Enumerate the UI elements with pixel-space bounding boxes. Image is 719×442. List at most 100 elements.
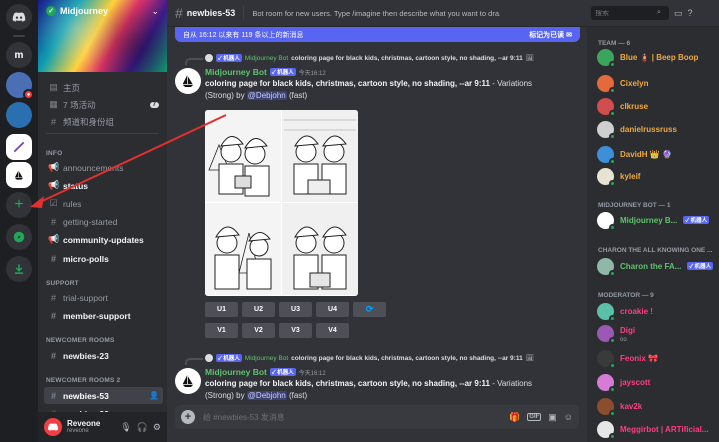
channel-topic[interactable]: Bot room for new users. Type /imagine th… [252, 9, 500, 18]
channel-member-support[interactable]: # member-support [44, 307, 163, 324]
category-info[interactable]: INFO [46, 150, 62, 157]
avatar [597, 97, 616, 117]
v3-button[interactable]: V3 [279, 323, 312, 338]
download-icon[interactable] [6, 256, 32, 282]
member-item[interactable]: Midjourney B... ✓ 机器人 [597, 211, 710, 231]
explore-icon[interactable] [6, 224, 32, 250]
prompt-text: coloring page for black kids, christmas,… [205, 379, 490, 388]
sailboat-icon [182, 375, 194, 387]
channel-community-updates[interactable]: 📢 community-updates [44, 231, 163, 248]
message-timestamp: 今天16:12 [298, 70, 326, 77]
image-tile-1 [205, 110, 281, 202]
attach-plus-icon[interactable]: + [181, 410, 195, 424]
new-messages-bar[interactable]: 自从 16:12 以来有 119 条以上的新消息 标记为已读 ✉ [175, 27, 580, 42]
member-category-moderator: MODERATOR — 9 [598, 292, 654, 299]
message-author[interactable]: Midjourney Bot [205, 67, 267, 77]
discord-home-icon[interactable] [6, 4, 32, 30]
hash-icon: # [50, 310, 56, 321]
mute-mic-icon[interactable]: 🎙 [120, 422, 131, 433]
generated-image-grid[interactable] [205, 110, 358, 296]
u1-button[interactable]: U1 [205, 302, 238, 317]
user-mention[interactable]: @Debjohn [246, 90, 287, 100]
channel-rules[interactable]: ☑ rules [44, 195, 163, 212]
headphones-icon[interactable]: 🎧 [137, 422, 148, 433]
channel-newbies-53[interactable]: # newbies-53 👤 [44, 387, 163, 404]
member-item[interactable]: Blue 🧯 | Beep Boop [597, 48, 698, 68]
server-1[interactable]: ● [6, 72, 34, 100]
channel-newbies-23[interactable]: # newbies-23 [44, 347, 163, 364]
reply-text: coloring page for black kids, christmas,… [291, 354, 523, 362]
server-3[interactable] [6, 134, 32, 160]
message-author[interactable]: Midjourney Bot [205, 367, 267, 377]
channel-trial-support[interactable]: # trial-support [44, 289, 163, 306]
bot-tag: ✓ 机器人 [683, 216, 710, 224]
member-toolbar: ⌕ ▭ ? [587, 0, 719, 27]
server-2[interactable] [6, 102, 32, 128]
avatar [597, 145, 616, 165]
online-status-dot [609, 179, 616, 187]
add-server-glyph: + [14, 196, 24, 213]
member-item[interactable]: danielrussruss [597, 120, 677, 140]
user-mention[interactable]: @Debjohn [246, 390, 287, 400]
channel-getting-started[interactable]: # getting-started [44, 213, 163, 230]
channel-label: member-support [63, 310, 131, 321]
category-newcomer-rooms-2[interactable]: NEWCOMER ROOMS 2 [46, 377, 120, 384]
chevron-down-icon[interactable]: ⌄ [151, 6, 159, 17]
category-newcomer-rooms[interactable]: NEWCOMER ROOMS [46, 337, 115, 344]
gif-icon[interactable]: GIF [527, 413, 542, 421]
member-name: kav2k [620, 401, 643, 411]
add-server-icon[interactable]: + [6, 192, 32, 218]
member-item[interactable]: Digi oo [597, 324, 635, 344]
member-item[interactable]: croakie ! [597, 302, 653, 322]
gift-icon[interactable]: 🎁 [509, 412, 520, 423]
member-item[interactable]: kav2k [597, 397, 643, 417]
sticker-icon[interactable]: ▣ [548, 412, 557, 423]
avatar[interactable] [44, 418, 62, 436]
member-item[interactable]: Cixelyn [597, 74, 648, 94]
member-name: Charon the FA... [620, 261, 682, 271]
channel-status[interactable]: 📢 status [44, 177, 163, 194]
sidebar-item-events[interactable]: ▦ 7 场活动 7 [44, 96, 163, 113]
bot-tag: ✓ 机器人 [216, 54, 242, 62]
server-midjourney[interactable] [6, 162, 32, 188]
member-item[interactable]: Charon the FA... ✓ 机器人 [597, 257, 714, 277]
online-status-dot [609, 336, 616, 344]
v1-button[interactable]: V1 [205, 323, 238, 338]
server-name[interactable]: ✓ Midjourney [46, 6, 108, 16]
reroll-button[interactable]: ⟳ [353, 302, 386, 317]
online-status-dot [609, 109, 616, 117]
sidebar-item-home[interactable]: ▤ 主页 [44, 79, 163, 96]
member-item[interactable]: Meggirbot | ARTificial... [597, 420, 708, 440]
add-member-icon[interactable]: 👤 [149, 391, 159, 400]
gear-icon[interactable]: ⚙ [153, 422, 161, 433]
mark-read-button[interactable]: 标记为已读 ✉ [529, 30, 572, 40]
member-item[interactable]: jayscott [597, 373, 650, 393]
message-input[interactable] [203, 412, 510, 422]
emoji-icon[interactable]: ☺ [564, 412, 573, 422]
member-item[interactable]: Feonix 🎀 [597, 349, 658, 369]
channel-micro-polls[interactable]: # micro-polls [44, 250, 163, 267]
avatar[interactable] [175, 68, 201, 94]
member-item[interactable]: DavidH 👑 🔮 [597, 145, 672, 165]
u4-button[interactable]: U4 [316, 302, 349, 317]
sidebar-item-channels-roles[interactable]: # 频道和身份组 [44, 113, 163, 130]
category-support[interactable]: SUPPORT [46, 280, 79, 287]
server-m[interactable]: m [6, 42, 32, 68]
u2-button[interactable]: U2 [242, 302, 275, 317]
v2-button[interactable]: V2 [242, 323, 275, 338]
u3-button[interactable]: U3 [279, 302, 312, 317]
member-item[interactable]: kyleif [597, 167, 640, 187]
search-box[interactable]: ⌕ [591, 6, 669, 20]
help-icon[interactable]: ? [688, 8, 693, 18]
avatar[interactable] [175, 368, 201, 394]
inbox-icon[interactable]: ▭ [674, 8, 683, 19]
reply-preview[interactable]: ✓ 机器人 Midjourney Bot coloring page for b… [185, 54, 534, 65]
reply-preview[interactable]: ✓ 机器人 Midjourney Bot coloring page for b… [185, 354, 534, 365]
search-input[interactable] [595, 9, 657, 17]
avatar [597, 48, 616, 68]
channel-announcements[interactable]: 📢 announcements [44, 159, 163, 176]
member-item[interactable]: clkruse [597, 97, 648, 117]
avatar [597, 420, 616, 440]
v4-button[interactable]: V4 [316, 323, 349, 338]
avatar [597, 120, 616, 140]
